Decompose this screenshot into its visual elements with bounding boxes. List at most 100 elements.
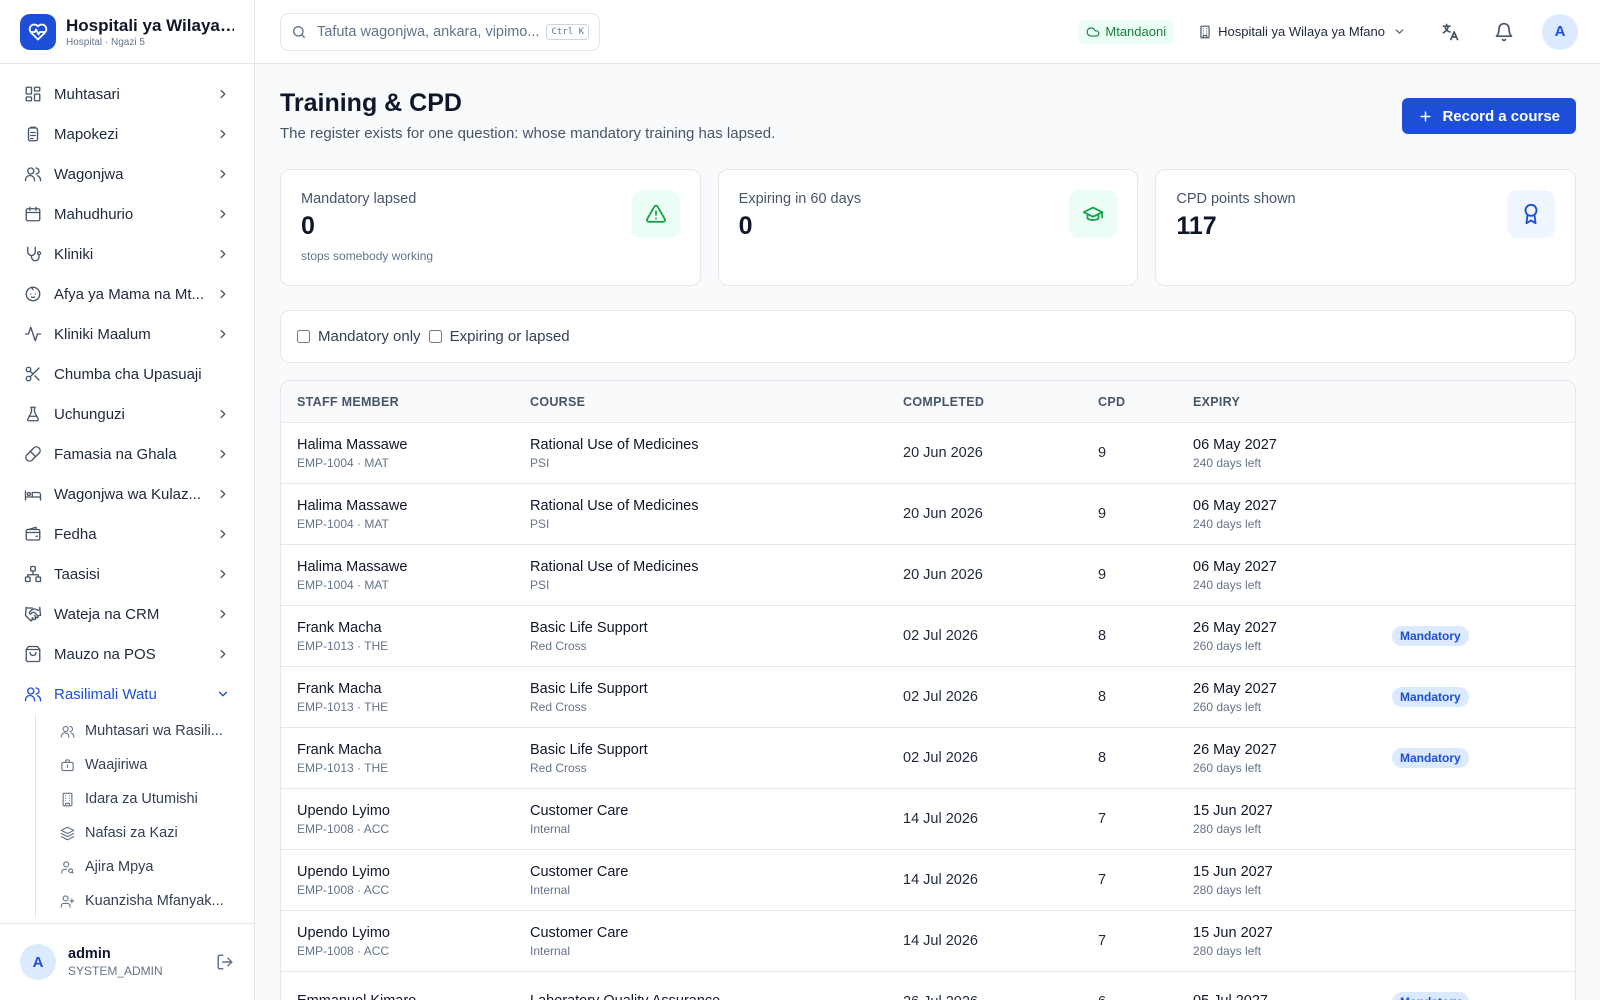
award-icon [1507, 190, 1556, 238]
sidebar-subitem-idara-za-utumishi[interactable]: Idara za Utumishi [36, 782, 254, 816]
translate-icon[interactable] [1440, 22, 1460, 42]
sidebar-item-label: Rasilimali Watu [54, 685, 157, 703]
staff-name[interactable]: Halima Massawe [297, 559, 530, 575]
wallet-icon [25, 526, 41, 541]
expiring-label: Expiring or lapsed [449, 328, 570, 345]
staff-id: EMP-1004 · MAT [297, 577, 389, 592]
sidebar-item-fedha[interactable]: Fedha [0, 514, 254, 554]
col-course[interactable]: Course [530, 395, 903, 409]
chevron-right-icon [220, 329, 226, 339]
sidebar-item-label: Muhtasari [54, 85, 120, 103]
chevron-right-icon [220, 609, 226, 619]
col-completed[interactable]: Completed [903, 395, 1098, 409]
plus-icon [1420, 110, 1432, 122]
sidebar-item-rasilimali-watu[interactable]: Rasilimali Watu [0, 674, 254, 714]
mandatory-badge: Mandatory [1392, 748, 1469, 768]
sidebar-item-mapokezi[interactable]: Mapokezi [0, 114, 254, 154]
table-row[interactable]: Halima Massawe EMP-1004 · MAT Rational Use… [281, 484, 1575, 545]
table-row[interactable]: Halima Massawe EMP-1004 · MAT Rational Use… [281, 545, 1575, 606]
sidebar-item-label: Wagonjwa [54, 165, 124, 183]
staff-name[interactable]: Halima Massawe [297, 437, 530, 453]
sidebar-item-chumba-cha-upasuaji[interactable]: Chumba cha Upasuaji [0, 354, 254, 394]
course-name: Rational Use of Medicines [530, 558, 699, 575]
page-subtitle: The register exists for one question: wh… [280, 125, 776, 142]
sidebar-item-uchunguzi[interactable]: Uchunguzi [0, 394, 254, 434]
course-provider: Red Cross [530, 699, 587, 714]
staff-name[interactable]: Upendo Lyimo [297, 864, 530, 880]
completed-date: 14 Jul 2026 [903, 872, 978, 888]
staff-name[interactable]: Emmanuel Kimaro [297, 993, 530, 1000]
staff-name[interactable]: Upendo Lyimo [297, 803, 530, 819]
sidebar-item-wagonjwa-wa-kulaz[interactable]: Wagonjwa wa Kulaz... [0, 474, 254, 514]
staff-name[interactable]: Frank Macha [297, 742, 530, 758]
sidebar-item-mauzo-na-pos[interactable]: Mauzo na POS [0, 634, 254, 674]
expiring-checkbox[interactable] [428, 330, 442, 343]
sidebar-item-kliniki[interactable]: Kliniki [0, 234, 254, 274]
expiring-filter[interactable]: Expiring or lapsed [428, 328, 570, 345]
sidebar-subitem-muhtasari-wa-rasili[interactable]: Muhtasari wa Rasili... [36, 714, 254, 748]
sidebar-item-famasia-na-ghala[interactable]: Famasia na Ghala [0, 434, 254, 474]
stat-note: stops somebody working [301, 249, 434, 263]
sidebar-subitem-ajira-mpya[interactable]: Ajira Mpya [36, 850, 254, 884]
search-box[interactable]: Ctrl K [280, 12, 600, 51]
logout-icon[interactable] [216, 953, 234, 971]
baby-icon [25, 286, 41, 302]
table-row[interactable]: Upendo Lyimo EMP-1008 · ACC Customer Care I… [281, 911, 1575, 972]
col-cpd[interactable]: CPD [1098, 395, 1193, 409]
record-course-button[interactable]: Record a course [1402, 98, 1576, 134]
expiry-date: 15 Jun 2027 [1193, 863, 1273, 880]
stats-row: Mandatory lapsed 0 stops somebody workin… [280, 169, 1577, 286]
mandatory-only-checkbox[interactable] [297, 330, 310, 343]
sidebar-item-mahudhurio[interactable]: Mahudhurio [0, 194, 254, 234]
sidebar-subitem-kuanzisha-mfanyak[interactable]: Kuanzisha Mfanyak... [36, 884, 254, 918]
brand[interactable]: Hospitali ya Wilaya ... Hospital · Ngazi… [0, 0, 254, 64]
sidebar-item-afya-ya-mama-na-mt[interactable]: Afya ya Mama na Mt... [0, 274, 254, 314]
facility-selector[interactable]: Hospitali ya Wilaya ya Mfano [1198, 24, 1406, 39]
staff-id: EMP-1004 · MAT [297, 516, 389, 531]
sidebar-item-wagonjwa[interactable]: Wagonjwa [0, 154, 254, 194]
col-staff[interactable]: Staff member [281, 395, 530, 409]
course-provider: PSI [530, 516, 550, 531]
table-row[interactable]: Frank Macha EMP-1013 · THE Basic Life Supp… [281, 667, 1575, 728]
sidebar-item-label: Wateja na CRM [54, 605, 160, 623]
expiry-date: 06 May 2027 [1193, 558, 1277, 575]
cpd-points: 9 [1098, 445, 1107, 461]
sidebar-item-taasisi[interactable]: Taasisi [0, 554, 254, 594]
course-provider: Red Cross [530, 760, 587, 775]
stat-label: Mandatory lapsed [301, 191, 417, 207]
cpd-points: 6 [1098, 994, 1193, 1000]
avatar[interactable]: A [20, 944, 56, 980]
days-left: 260 days left [1193, 699, 1262, 714]
chevron-right-icon [220, 649, 226, 659]
table-row[interactable]: Frank Macha EMP-1013 · THE Basic Life Supp… [281, 728, 1575, 789]
user-avatar[interactable]: A [1542, 13, 1578, 50]
clipboard-icon [27, 126, 39, 142]
table-row[interactable]: Upendo Lyimo EMP-1008 · ACC Customer Care I… [281, 789, 1575, 850]
days-left: 260 days left [1193, 760, 1262, 775]
mandatory-only-filter[interactable]: Mandatory only [297, 328, 421, 345]
staff-name[interactable]: Upendo Lyimo [297, 925, 530, 941]
table-body: Halima Massawe EMP-1004 · MAT Rational Use… [281, 423, 1575, 1000]
bell-icon[interactable] [1494, 22, 1514, 42]
search-input[interactable] [317, 23, 547, 40]
sidebar-item-wateja-na-crm[interactable]: Wateja na CRM [0, 594, 254, 634]
sidebar-subitem-label: Kuanzisha Mfanyak... [85, 893, 224, 909]
staff-name[interactable]: Frank Macha [297, 620, 530, 636]
sidebar-subitem-waajiriwa[interactable]: Waajiriwa [36, 748, 254, 782]
pill-icon [25, 446, 41, 462]
table-row[interactable]: Frank Macha EMP-1013 · THE Basic Life Supp… [281, 606, 1575, 667]
col-expiry[interactable]: Expiry [1193, 395, 1392, 409]
table-row[interactable]: Upendo Lyimo EMP-1008 · ACC Customer Care I… [281, 850, 1575, 911]
table-row[interactable]: Emmanuel KimaroLaboratory Quality Assura… [281, 972, 1575, 1000]
staff-name[interactable]: Frank Macha [297, 681, 530, 697]
stat-card-cpd-points: CPD points shown 117 [1155, 169, 1577, 286]
sidebar-item-kliniki-maalum[interactable]: Kliniki Maalum [0, 314, 254, 354]
expiry-date: 15 Jun 2027 [1193, 924, 1273, 941]
days-left: 280 days left [1193, 882, 1262, 897]
sidebar-subitem-nafasi-za-kazi[interactable]: Nafasi za Kazi [36, 816, 254, 850]
chevron-right-icon [220, 89, 226, 99]
sidebar-item-muhtasari[interactable]: Muhtasari [0, 74, 254, 114]
completed-date: 20 Jun 2026 [903, 567, 983, 583]
table-row[interactable]: Halima Massawe EMP-1004 · MAT Rational Use… [281, 423, 1575, 484]
staff-name[interactable]: Halima Massawe [297, 498, 530, 514]
